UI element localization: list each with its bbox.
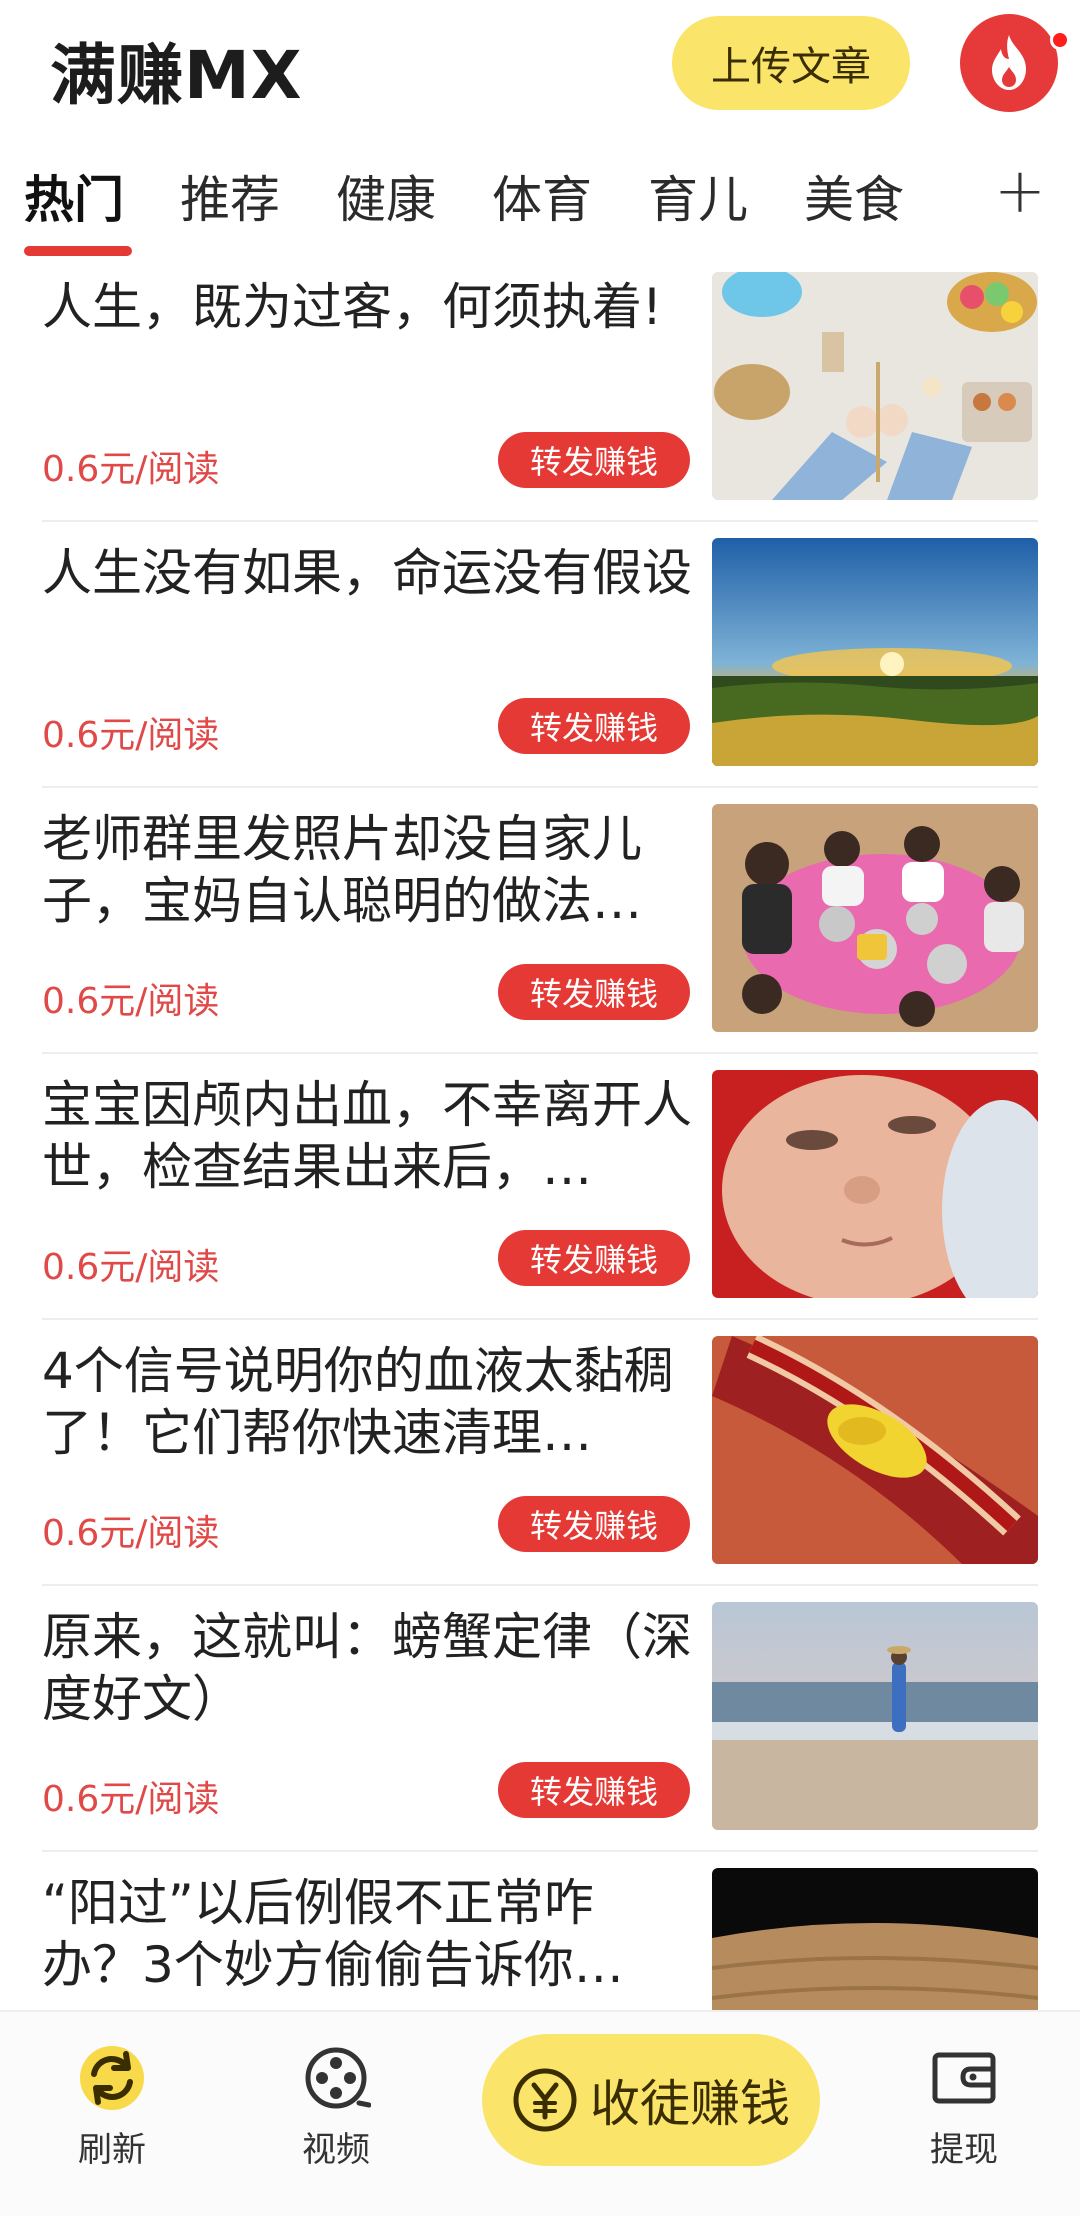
article-title[interactable]: 老师群里发照片却没自家儿子，宝妈自认聪明的做法… [42, 808, 692, 932]
upload-article-button[interactable]: 上传文章 [672, 16, 910, 110]
article-item[interactable]: 原来，这就叫：螃蟹定律（深度好文） 0.6元/阅读 转发赚钱 [42, 1598, 1038, 1864]
nav-refresh[interactable]: 刷新 [42, 2036, 182, 2171]
share-earn-button[interactable]: 转发赚钱 [498, 964, 690, 1020]
tab-hot[interactable]: 热门 [24, 160, 124, 232]
share-earn-button[interactable]: 转发赚钱 [498, 432, 690, 488]
article-thumbnail[interactable] [712, 538, 1038, 766]
yuan-coin-icon [513, 2068, 577, 2132]
article-title[interactable]: 原来，这就叫：螃蟹定律（深度好文） [42, 1606, 692, 1730]
nav-video-label: 视频 [302, 2130, 370, 2170]
invite-earn-button[interactable]: 收徒赚钱 [482, 2034, 820, 2166]
article-item[interactable]: 老师群里发照片却没自家儿子，宝妈自认聪明的做法… 0.6元/阅读 转发赚钱 [42, 800, 1038, 1066]
flame-icon [992, 35, 1026, 90]
article-feed: 人生，既为过客，何须执着! 0.6元/阅读 转发赚钱 人生没有如果，命运没有假设… [0, 268, 1080, 2010]
film-reel-icon [294, 2036, 378, 2120]
article-title[interactable]: 宝宝因颅内出血，不幸离开人世，检查结果出来后，… [42, 1074, 692, 1198]
article-title[interactable]: 4个信号说明你的血液太黏稠了！它们帮你快速清理… [42, 1340, 692, 1464]
article-price: 0.6元/阅读 [42, 1513, 220, 1554]
category-tabs: 热门 推荐 健康 体育 育儿 美食 + [0, 150, 1080, 260]
divider [42, 1850, 1038, 1852]
article-thumbnail[interactable] [712, 1070, 1038, 1298]
article-item[interactable]: 人生，既为过客，何须执着! 0.6元/阅读 转发赚钱 [42, 268, 1038, 534]
refresh-icon [70, 2036, 154, 2120]
tab-food[interactable]: 美食 [804, 160, 904, 232]
wallet-icon [922, 2036, 1006, 2120]
add-tab-button[interactable]: + [994, 154, 1046, 227]
article-title[interactable]: “阳过”以后例假不正常咋办？3个妙方偷偷告诉你… [42, 1872, 692, 1996]
tab-recommend[interactable]: 推荐 [180, 160, 280, 232]
article-price: 0.6元/阅读 [42, 1779, 220, 1820]
divider [42, 1052, 1038, 1054]
article-title[interactable]: 人生，既为过客，何须执着! [42, 276, 692, 338]
app-title: 满赚MX [50, 37, 303, 114]
invite-earn-label: 收徒赚钱 [590, 2075, 790, 2133]
article-thumbnail[interactable] [712, 804, 1038, 1032]
share-earn-button[interactable]: 转发赚钱 [498, 1496, 690, 1552]
nav-withdraw[interactable]: 提现 [894, 2036, 1034, 2171]
article-item[interactable]: 4个信号说明你的血液太黏稠了！它们帮你快速清理… 0.6元/阅读 转发赚钱 [42, 1332, 1038, 1598]
tab-parenting[interactable]: 育儿 [648, 160, 748, 232]
article-item[interactable]: “阳过”以后例假不正常咋办？3个妙方偷偷告诉你… [42, 1864, 1038, 2010]
nav-refresh-label: 刷新 [78, 2130, 146, 2170]
article-thumbnail[interactable] [712, 272, 1038, 500]
article-thumbnail[interactable] [712, 1602, 1038, 1830]
app-header: 满赚MX 上传文章 [0, 0, 1080, 130]
hot-button[interactable] [960, 14, 1058, 112]
article-thumbnail[interactable] [712, 1336, 1038, 1564]
divider [42, 786, 1038, 788]
share-earn-button[interactable]: 转发赚钱 [498, 1230, 690, 1286]
article-price: 0.6元/阅读 [42, 1247, 220, 1288]
article-title[interactable]: 人生没有如果，命运没有假设 [42, 542, 692, 604]
bottom-nav: 刷新 视频 收徒赚钱 提现 [0, 2010, 1080, 2216]
active-tab-indicator [24, 246, 132, 256]
article-thumbnail[interactable] [712, 1868, 1038, 2010]
nav-video[interactable]: 视频 [266, 2036, 406, 2171]
article-item[interactable]: 宝宝因颅内出血，不幸离开人世，检查结果出来后，… 0.6元/阅读 转发赚钱 [42, 1066, 1038, 1332]
share-earn-button[interactable]: 转发赚钱 [498, 698, 690, 754]
article-price: 0.6元/阅读 [42, 981, 220, 1022]
share-earn-button[interactable]: 转发赚钱 [498, 1762, 690, 1818]
tab-health[interactable]: 健康 [336, 160, 436, 232]
article-item[interactable]: 人生没有如果，命运没有假设 0.6元/阅读 转发赚钱 [42, 534, 1038, 800]
divider [42, 520, 1038, 522]
tab-sports[interactable]: 体育 [492, 160, 592, 232]
article-price: 0.6元/阅读 [42, 449, 220, 490]
article-price: 0.6元/阅读 [42, 715, 220, 756]
divider [42, 1318, 1038, 1320]
nav-withdraw-label: 提现 [930, 2130, 998, 2170]
notification-dot [1050, 30, 1070, 50]
divider [42, 1584, 1038, 1586]
